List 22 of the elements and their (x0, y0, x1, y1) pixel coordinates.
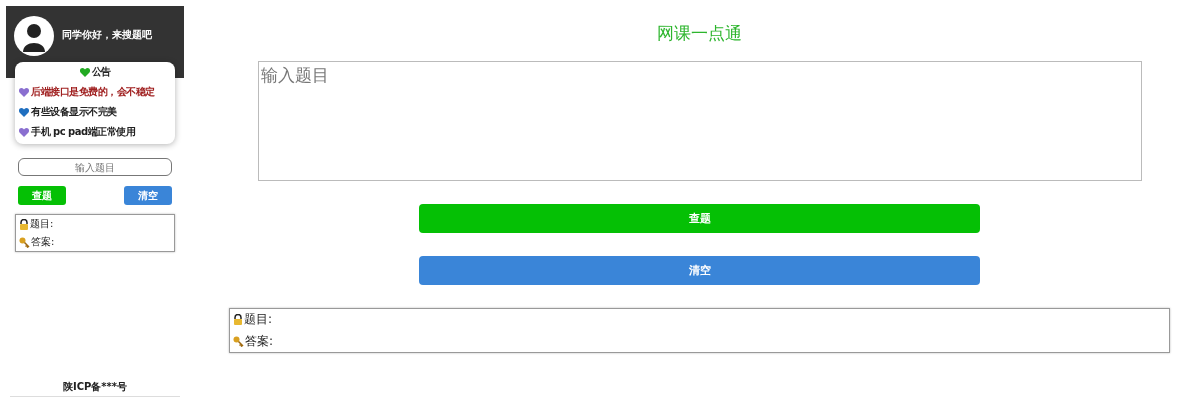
lock-icon (19, 218, 29, 230)
question-label: 题目: (30, 217, 54, 231)
lock-icon (233, 314, 243, 326)
question-label: 题目: (244, 311, 273, 329)
clear-button[interactable]: 清空 (419, 256, 980, 285)
notice-item: 手机 pc pad端正常使用 (31, 125, 136, 139)
notice-item: 有些设备显示不完美 (31, 105, 117, 119)
answer-label: 答案: (245, 332, 274, 350)
search-field[interactable]: 输入题目 (18, 158, 172, 176)
key-icon (19, 236, 30, 248)
search-button[interactable]: 查题 (18, 186, 66, 205)
avatar-icon (14, 16, 54, 56)
search-button[interactable]: 查题 (419, 204, 980, 233)
greeting-text: 同学你好，来搜题吧 (62, 28, 152, 42)
key-icon (233, 335, 244, 347)
page-title: 网课一点通 (657, 22, 742, 45)
question-input[interactable]: 输入题目 (257, 61, 1142, 181)
icp-footer: 陕ICP备***号 (10, 380, 180, 397)
notice-title: 公告 (91, 65, 111, 79)
notice-item: 后端接口是免费的，会不稳定 (31, 85, 155, 99)
answer-label: 答案: (31, 235, 55, 249)
clear-button[interactable]: 清空 (124, 186, 172, 205)
